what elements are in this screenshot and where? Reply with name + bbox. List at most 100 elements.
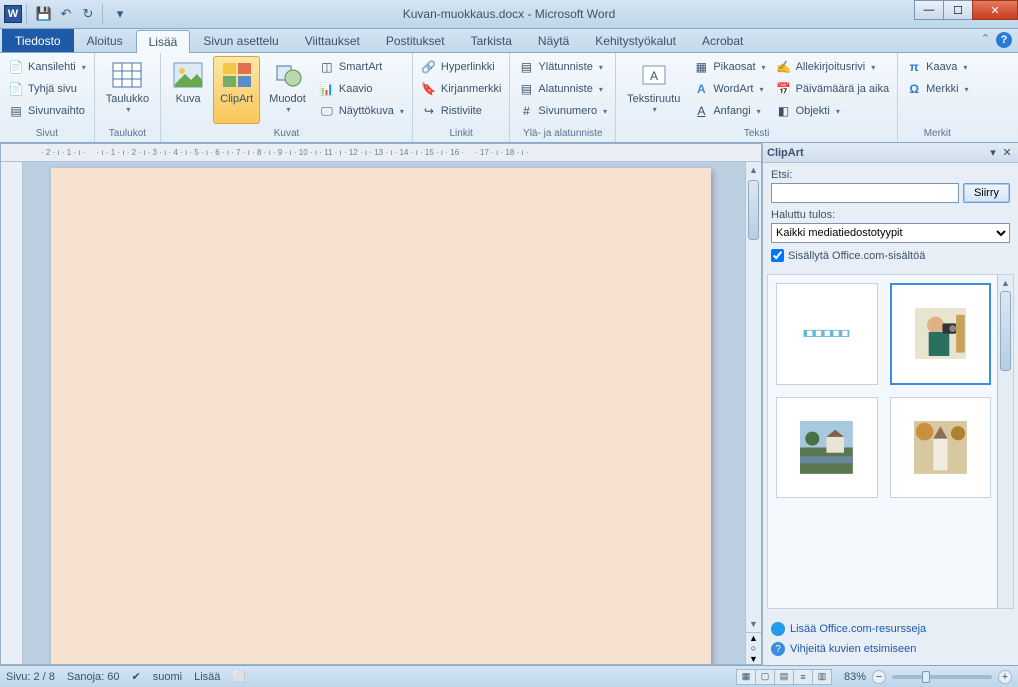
window-controls: — ☐ ✕ bbox=[915, 0, 1018, 20]
document-page[interactable] bbox=[51, 168, 711, 664]
clipart-pane-body: Etsi: Siirry Haluttu tulos: Kaikki media… bbox=[763, 163, 1018, 274]
qat-customize-icon[interactable]: ▾ bbox=[110, 4, 130, 24]
header-button[interactable]: ▤Ylätunniste▾ bbox=[514, 56, 611, 78]
zoom-in-button[interactable]: + bbox=[998, 670, 1012, 684]
vertical-ruler[interactable] bbox=[1, 162, 23, 664]
footer-button[interactable]: ▤Alatunniste▾ bbox=[514, 78, 611, 100]
screenshot-icon: 🖵 bbox=[319, 103, 335, 119]
datetime-icon: 📅 bbox=[776, 81, 792, 97]
group-links-label: Linkit bbox=[417, 126, 506, 142]
clipart-result-2[interactable] bbox=[890, 283, 992, 385]
tab-view[interactable]: Näytä bbox=[525, 29, 582, 52]
scroll-thumb[interactable] bbox=[748, 180, 759, 240]
page-break-button[interactable]: ▤Sivunvaihto bbox=[4, 100, 90, 122]
tab-layout[interactable]: Sivun asettelu bbox=[190, 29, 291, 52]
prev-page-icon[interactable]: ▲ bbox=[746, 633, 761, 643]
vertical-scrollbar[interactable]: ▲ ▼ ▲ ○ ▼ bbox=[745, 162, 761, 664]
proofing-icon[interactable]: ✔ bbox=[132, 670, 141, 683]
sigline-button[interactable]: ✍Allekirjoitusrivi▾ bbox=[772, 56, 894, 78]
dropcap-button[interactable]: AAnfangi▾ bbox=[689, 100, 769, 122]
web-layout-view-icon[interactable]: ▤ bbox=[774, 669, 794, 685]
macro-record-icon[interactable]: ⬜ bbox=[232, 670, 246, 683]
clipart-result-4[interactable] bbox=[890, 397, 992, 499]
group-tables: Taulukko▾ Taulukot bbox=[95, 53, 161, 142]
results-scroll-thumb[interactable] bbox=[1000, 291, 1011, 371]
media-type-select[interactable]: Kaikki mediatiedostotyypit bbox=[771, 223, 1010, 243]
pane-dropdown-icon[interactable]: ▾ bbox=[986, 146, 1000, 159]
datetime-button[interactable]: 📅Päivämäärä ja aika bbox=[772, 78, 894, 100]
wordart-button[interactable]: AWordArt▾ bbox=[689, 78, 769, 100]
quickparts-button[interactable]: ▦Pikaosat▾ bbox=[689, 56, 769, 78]
tab-review[interactable]: Tarkista bbox=[458, 29, 525, 52]
crossref-button[interactable]: ↪Ristiviite bbox=[417, 100, 506, 122]
horizontal-ruler[interactable]: · 2 · ı · 1 · ı · · ı · 1 · ı · 2 · ı · … bbox=[1, 144, 761, 162]
help-icon[interactable]: ? bbox=[996, 32, 1012, 48]
bookmark-button[interactable]: 🔖Kirjanmerkki bbox=[417, 78, 506, 100]
clipart-pane-title: ClipArt bbox=[767, 147, 986, 159]
results-scroll-up-icon[interactable]: ▲ bbox=[998, 275, 1013, 291]
scroll-up-icon[interactable]: ▲ bbox=[746, 162, 761, 178]
minimize-ribbon-icon[interactable]: ⌃ bbox=[981, 32, 990, 48]
include-office-checkbox[interactable] bbox=[771, 249, 784, 262]
search-hints-link[interactable]: ?Vihjeitä kuvien etsimiseen bbox=[771, 639, 1010, 659]
shapes-button[interactable]: Muodot▾ bbox=[262, 56, 313, 124]
tab-acrobat[interactable]: Acrobat bbox=[689, 29, 756, 52]
next-page-icon[interactable]: ▼ bbox=[746, 654, 761, 664]
textbox-button[interactable]: A Tekstiruutu▾ bbox=[620, 56, 687, 124]
object-button[interactable]: ◧Objekti▾ bbox=[772, 100, 894, 122]
clipart-button[interactable]: ClipArt bbox=[213, 56, 260, 124]
pagenumber-button[interactable]: #Sivunumero▾ bbox=[514, 100, 611, 122]
results-label: Haluttu tulos: bbox=[771, 209, 1010, 221]
dropcap-icon: A bbox=[693, 103, 709, 119]
tab-mailings[interactable]: Postitukset bbox=[373, 29, 458, 52]
status-words[interactable]: Sanoja: 60 bbox=[67, 671, 120, 683]
cover-page-button[interactable]: 📄Kansilehti▾ bbox=[4, 56, 90, 78]
draft-view-icon[interactable]: ▥ bbox=[812, 669, 832, 685]
zoom-slider-knob[interactable] bbox=[922, 671, 930, 683]
search-input[interactable] bbox=[771, 183, 959, 203]
clipart-result-3[interactable] bbox=[776, 397, 878, 499]
tab-devtools[interactable]: Kehitystyökalut bbox=[582, 29, 689, 52]
save-icon[interactable]: 💾 bbox=[34, 4, 54, 24]
hyperlink-button[interactable]: 🔗Hyperlinkki bbox=[417, 56, 506, 78]
clipart-result-1[interactable] bbox=[776, 283, 878, 385]
pane-close-icon[interactable]: ✕ bbox=[1000, 146, 1014, 159]
browse-object-icon[interactable]: ○ bbox=[746, 643, 761, 653]
picture-icon bbox=[172, 59, 204, 91]
word-app-icon[interactable]: W bbox=[4, 5, 22, 23]
undo-icon[interactable]: ↶ bbox=[56, 4, 76, 24]
clipart-pane: ClipArt ▾ ✕ Etsi: Siirry Haluttu tulos: … bbox=[762, 143, 1018, 665]
picture-button[interactable]: Kuva bbox=[165, 56, 211, 124]
outline-view-icon[interactable]: ≡ bbox=[793, 669, 813, 685]
go-button[interactable]: Siirry bbox=[963, 183, 1010, 203]
status-language[interactable]: suomi bbox=[153, 671, 182, 683]
print-layout-view-icon[interactable]: ▦ bbox=[736, 669, 756, 685]
tab-references[interactable]: Viittaukset bbox=[292, 29, 373, 52]
zoom-slider[interactable] bbox=[892, 675, 992, 679]
tab-file[interactable]: Tiedosto bbox=[2, 29, 74, 52]
redo-icon[interactable]: ↻ bbox=[78, 4, 98, 24]
status-page[interactable]: Sivu: 2 / 8 bbox=[6, 671, 55, 683]
smartart-button[interactable]: ◫SmartArt bbox=[315, 56, 408, 78]
results-scrollbar[interactable]: ▲ bbox=[997, 275, 1013, 608]
zoom-out-button[interactable]: − bbox=[872, 670, 886, 684]
chart-button[interactable]: 📊Kaavio bbox=[315, 78, 408, 100]
more-resources-link[interactable]: 🌐Lisää Office.com-resursseja bbox=[771, 619, 1010, 639]
screenshot-button[interactable]: 🖵Näyttökuva▾ bbox=[315, 100, 408, 122]
close-button[interactable]: ✕ bbox=[972, 0, 1018, 20]
scroll-down-icon[interactable]: ▼ bbox=[746, 616, 761, 632]
blank-page-button[interactable]: 📄Tyhjä sivu bbox=[4, 78, 90, 100]
zoom-level[interactable]: 83% bbox=[844, 671, 866, 683]
quickparts-icon: ▦ bbox=[693, 59, 709, 75]
tab-home[interactable]: Aloitus bbox=[74, 29, 136, 52]
fullscreen-view-icon[interactable]: ▢ bbox=[755, 669, 775, 685]
shapes-icon bbox=[272, 59, 304, 91]
equation-button[interactable]: πKaava▾ bbox=[902, 56, 972, 78]
symbol-button[interactable]: ΩMerkki▾ bbox=[902, 78, 972, 100]
tab-insert[interactable]: Lisää bbox=[136, 30, 191, 53]
maximize-button[interactable]: ☐ bbox=[943, 0, 973, 20]
minimize-button[interactable]: — bbox=[914, 0, 944, 20]
table-button[interactable]: Taulukko▾ bbox=[99, 56, 156, 124]
document-viewport[interactable] bbox=[23, 162, 745, 664]
status-mode[interactable]: Lisää bbox=[194, 671, 220, 683]
